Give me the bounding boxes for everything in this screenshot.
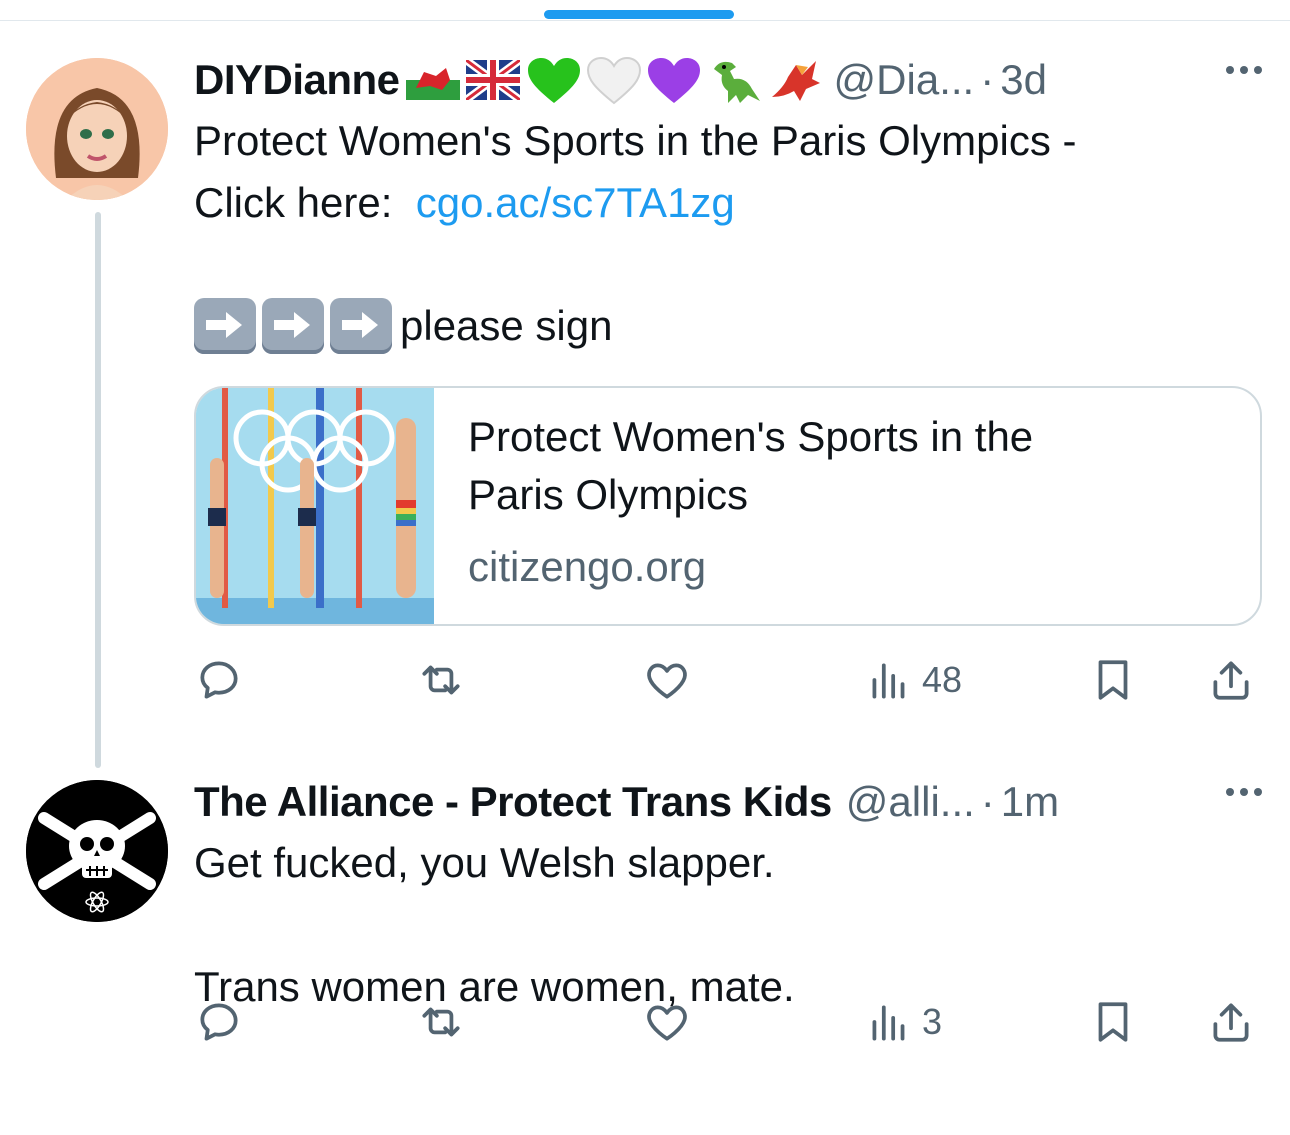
green-heart-icon <box>526 57 580 103</box>
more-options-icon[interactable] <box>1226 66 1262 74</box>
olympic-swimmers-illustration-icon <box>196 388 434 624</box>
repost-icon <box>422 665 460 695</box>
tweet-link[interactable]: cgo.ac/sc7TA1zg <box>416 179 735 226</box>
repost-button[interactable] <box>416 650 466 710</box>
avatar[interactable] <box>26 780 168 922</box>
card-thumbnail <box>196 388 434 624</box>
share-button[interactable] <box>1206 992 1256 1052</box>
skull-crossed-bats-icon <box>26 780 168 922</box>
card-domain: citizengo.org <box>468 543 707 590</box>
tweet-text-line: Protect Women's Sports in the Paris Olym… <box>194 117 1077 164</box>
repost-icon <box>422 1007 460 1037</box>
heart-icon <box>647 663 687 699</box>
views-button[interactable]: 3 <box>864 992 942 1052</box>
like-button[interactable] <box>642 650 692 710</box>
heart-icon <box>647 1005 687 1041</box>
bookmark-icon <box>1098 660 1128 700</box>
reply-button[interactable] <box>194 992 244 1052</box>
bookmark-button[interactable] <box>1088 650 1138 710</box>
top-divider <box>0 20 1290 21</box>
share-icon <box>1213 661 1249 700</box>
uk-flag-icon <box>463 56 522 104</box>
cartoon-woman-avatar-icon <box>26 58 168 200</box>
tweet[interactable]: The Alliance - Protect Trans Kids @alli.… <box>194 772 1264 1018</box>
card-title-line: Protect Women's Sports in the <box>468 413 1034 460</box>
card-body: Protect Women's Sports in the Paris Olym… <box>434 388 1033 624</box>
bookmark-button[interactable] <box>1088 992 1138 1052</box>
views-button[interactable]: 48 <box>864 650 962 710</box>
right-arrow-icon <box>330 298 392 354</box>
separator-dot: · <box>980 56 995 103</box>
wales-flag-icon <box>405 57 460 103</box>
link-preview-card[interactable]: Protect Women's Sports in the Paris Olym… <box>194 386 1262 626</box>
tweet-text-fragment: Click here: <box>194 179 393 226</box>
card-title: Protect Women's Sports in the Paris Olym… <box>468 408 1033 524</box>
views-count: 3 <box>922 1001 943 1042</box>
repost-button[interactable] <box>416 992 466 1052</box>
tweet-header: DIYDianne @Dia... · 3d <box>194 50 1264 110</box>
display-name[interactable]: The Alliance - Protect Trans Kids <box>194 778 832 826</box>
reply-icon <box>200 661 238 699</box>
separator-dot: · <box>980 778 995 825</box>
right-arrow-icon <box>194 298 256 354</box>
reply-button[interactable] <box>194 650 244 710</box>
views-chart-icon <box>872 1005 905 1041</box>
display-name[interactable]: DIYDianne <box>194 56 400 104</box>
white-heart-icon <box>586 56 641 105</box>
views-count: 48 <box>922 659 963 700</box>
bookmark-icon <box>1098 1002 1128 1042</box>
like-button[interactable] <box>642 992 692 1052</box>
card-title-line: Paris Olympics <box>468 471 749 518</box>
tweet[interactable]: DIYDianne @Dia... · 3d Protect Women's S… <box>194 50 1264 700</box>
tweet-text-line: Click here: cgo.ac/sc7TA1zg <box>194 172 1264 234</box>
share-icon <box>1213 1003 1249 1042</box>
views-chart-icon <box>872 663 905 699</box>
name-emojis <box>405 56 820 105</box>
tweet-header: The Alliance - Protect Trans Kids @alli.… <box>194 772 1264 832</box>
avatar[interactable] <box>26 58 168 200</box>
handle[interactable]: @alli... <box>846 778 975 826</box>
arrow-line: please sign <box>194 294 1264 358</box>
tweet-text: Protect Women's Sports in the Paris Olym… <box>194 110 1264 234</box>
reply-icon <box>200 1003 238 1041</box>
more-options-icon[interactable] <box>1226 788 1262 796</box>
timestamp[interactable]: 3d <box>1000 56 1047 104</box>
tweet-actions: 48 <box>194 650 1264 710</box>
handle[interactable]: @Dia... <box>834 56 975 104</box>
purple-heart-icon <box>646 57 700 103</box>
tweet-text: Get fucked, you Welsh slapper. Trans wom… <box>194 832 1264 1018</box>
dragon-icon <box>766 57 820 103</box>
active-tab-indicator <box>544 10 734 19</box>
timestamp[interactable]: 1m <box>1001 778 1059 826</box>
thread-connector-line <box>95 212 101 768</box>
share-button[interactable] <box>1206 650 1256 710</box>
arrow-text: please sign <box>400 302 613 349</box>
right-arrow-icon <box>262 298 324 354</box>
tweet-actions: 3 <box>194 992 1264 1052</box>
t-rex-icon <box>706 57 760 103</box>
tweet-text-line: Get fucked, you Welsh slapper. <box>194 839 775 886</box>
